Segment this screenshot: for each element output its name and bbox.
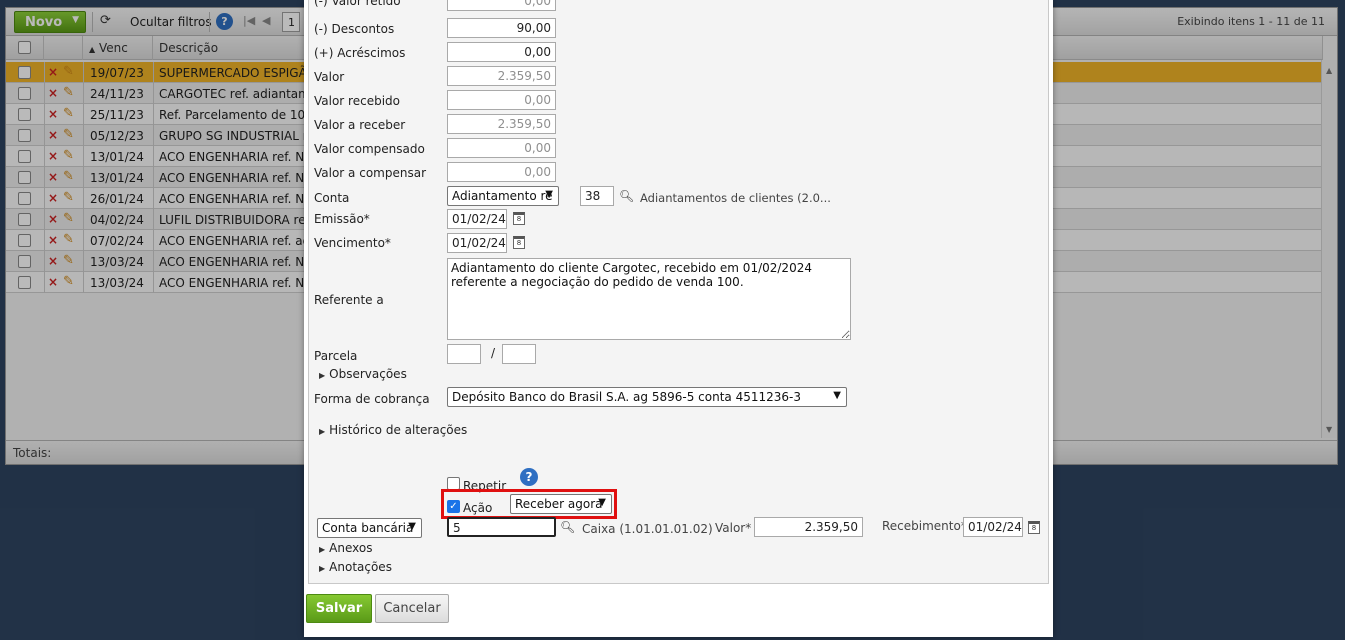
historico-toggle[interactable]: ▶ Histórico de alterações	[319, 423, 467, 437]
emissao-label: Emissão*	[314, 212, 370, 226]
valor-a-receber-input[interactable]: 2.359,50	[447, 114, 556, 134]
search-icon[interactable]: 🔍︎	[619, 189, 634, 203]
parcela-separator: /	[491, 346, 496, 360]
recebimento-label: Recebimento*	[882, 519, 967, 533]
receivable-edit-modal: (-) Valor retido 0,00 (-) Descontos 90,0…	[304, 0, 1053, 637]
emissao-input[interactable]: 01/02/24	[447, 209, 507, 229]
conta-bancaria-value: Conta bancária	[322, 521, 414, 535]
help-icon[interactable]: ?	[520, 468, 538, 486]
descontos-label: (-) Descontos	[314, 22, 395, 36]
caret-right-icon: ▶	[319, 564, 326, 573]
conta-code-input[interactable]: 38	[580, 186, 614, 206]
chevron-down-icon: ▼	[408, 521, 416, 532]
vencimento-label: Vencimento*	[314, 236, 391, 250]
calendar-icon[interactable]: 8	[1028, 521, 1040, 534]
forma-cobranca-value: Depósito Banco do Brasil S.A. ag 5896-5 …	[452, 390, 801, 404]
valor-label: Valor	[314, 70, 345, 84]
caret-right-icon: ▶	[319, 545, 326, 554]
conta-bancaria-code-input[interactable]: 5	[447, 517, 556, 537]
forma-cobranca-label: Forma de cobrança	[314, 392, 430, 406]
valor-star-label: Valor*	[715, 521, 752, 535]
valor-compensado-input[interactable]: 0,00	[447, 138, 556, 158]
valor-recebido-input[interactable]: 0,00	[447, 90, 556, 110]
observacoes-toggle[interactable]: ▶ Observações	[319, 367, 407, 381]
chevron-down-icon: ▼	[833, 390, 841, 401]
anexos-toggle[interactable]: ▶ Anexos	[319, 541, 372, 555]
cancel-button[interactable]: Cancelar	[375, 594, 449, 623]
conta-description: Adiantamentos de clientes (2.0...	[640, 191, 831, 205]
observacoes-label: Observações	[329, 367, 407, 381]
parcela-input[interactable]	[447, 344, 481, 364]
anexos-label: Anexos	[329, 541, 373, 555]
referente-textarea[interactable]: Adiantamento do cliente Cargotec, recebi…	[447, 258, 851, 340]
acrescimos-input[interactable]: 0,00	[447, 42, 556, 62]
valor-a-receber-label: Valor a receber	[314, 118, 406, 132]
caret-right-icon: ▶	[319, 427, 326, 436]
valor-input[interactable]: 2.359,50	[447, 66, 556, 86]
recebimento-input[interactable]: 01/02/24	[963, 517, 1023, 537]
search-icon[interactable]: 🔍︎	[560, 520, 575, 534]
valor-a-compensar-label: Valor a compensar	[314, 166, 426, 180]
save-button[interactable]: Salvar	[306, 594, 372, 623]
historico-label: Histórico de alterações	[329, 423, 468, 437]
valor-star-input[interactable]: 2.359,50	[754, 517, 863, 537]
parcela-total-input[interactable]	[502, 344, 536, 364]
anotacoes-toggle[interactable]: ▶ Anotações	[319, 560, 392, 574]
valor-a-compensar-input[interactable]: 0,00	[447, 162, 556, 182]
anotacoes-label: Anotações	[329, 560, 392, 574]
valor-recebido-label: Valor recebido	[314, 94, 400, 108]
acrescimos-label: (+) Acréscimos	[314, 46, 406, 60]
form-panel: (-) Valor retido 0,00 (-) Descontos 90,0…	[308, 0, 1049, 584]
descontos-input[interactable]: 90,00	[447, 18, 556, 38]
calendar-icon[interactable]: 8	[513, 212, 525, 225]
conta-select[interactable]: Adiantamento re ▼	[447, 186, 559, 206]
valor-compensado-label: Valor compensado	[314, 142, 425, 156]
conta-select-value: Adiantamento re	[452, 189, 553, 203]
highlight-annotation	[441, 489, 617, 519]
calendar-icon[interactable]: 8	[513, 236, 525, 249]
valor-retido-input[interactable]: 0,00	[447, 0, 556, 11]
conta-label: Conta	[314, 191, 350, 205]
forma-cobranca-select[interactable]: Depósito Banco do Brasil S.A. ag 5896-5 …	[447, 387, 847, 407]
chevron-down-icon: ▼	[545, 189, 553, 200]
referente-label: Referente a	[314, 293, 384, 307]
caret-right-icon: ▶	[319, 371, 326, 380]
conta-bancaria-select[interactable]: Conta bancária ▼	[317, 518, 422, 538]
vencimento-input[interactable]: 01/02/24	[447, 233, 507, 253]
conta-bancaria-description: Caixa (1.01.01.01.02)	[582, 522, 713, 536]
parcela-label: Parcela	[314, 349, 358, 363]
valor-retido-label: (-) Valor retido	[314, 0, 401, 8]
